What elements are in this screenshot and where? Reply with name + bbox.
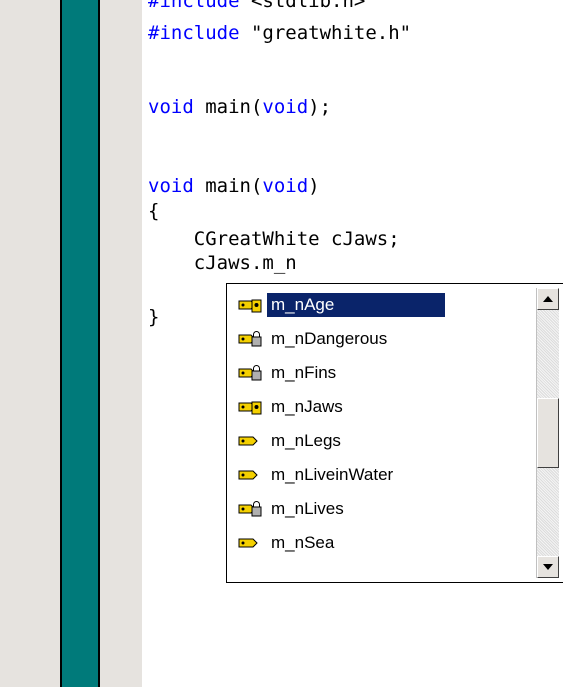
protected-member-icon <box>237 396 267 418</box>
scroll-down-button[interactable] <box>537 556 559 578</box>
code-line: void main(void) <box>148 175 320 197</box>
code-line: { <box>148 200 160 222</box>
private-member-icon <box>237 498 267 520</box>
vertical-scrollbar[interactable] <box>536 288 559 578</box>
code-line: cJaws.m_n <box>148 252 297 274</box>
code-line: } <box>148 306 160 328</box>
left-margin <box>0 0 60 687</box>
public-member-icon <box>237 430 267 452</box>
breakpoint-gutter[interactable] <box>60 0 100 687</box>
public-member-icon <box>237 464 267 486</box>
list-item[interactable]: m_nSea <box>231 526 535 560</box>
protected-member-icon <box>237 294 267 316</box>
scroll-thumb[interactable] <box>537 398 559 468</box>
list-item[interactable]: m_nDangerous <box>231 322 535 356</box>
list-item[interactable]: m_nLives <box>231 492 535 526</box>
arrow-down-icon <box>543 564 553 570</box>
list-item[interactable]: m_nLegs <box>231 424 535 458</box>
arrow-up-icon <box>543 296 553 302</box>
list-item[interactable]: m_nJaws <box>231 390 535 424</box>
code-line: #include <stdlib.h> <box>148 0 366 12</box>
member-list[interactable]: m_nAge m_nDangerous m_nFins m_nJaws m_nL… <box>231 288 535 578</box>
list-item[interactable]: m_nAge <box>231 288 535 322</box>
public-member-icon <box>237 532 267 554</box>
autocomplete-popup[interactable]: m_nAge m_nDangerous m_nFins m_nJaws m_nL… <box>226 283 563 583</box>
list-item[interactable]: m_nLiveinWater <box>231 458 535 492</box>
code-line: CGreatWhite cJaws; <box>148 228 400 250</box>
list-item[interactable]: m_nFins <box>231 356 535 390</box>
code-line: #include "greatwhite.h" <box>148 22 412 44</box>
private-member-icon <box>237 362 267 384</box>
scroll-up-button[interactable] <box>537 288 559 310</box>
private-member-icon <box>237 328 267 350</box>
selection-margin <box>100 0 142 687</box>
code-line: void main(void); <box>148 96 332 118</box>
